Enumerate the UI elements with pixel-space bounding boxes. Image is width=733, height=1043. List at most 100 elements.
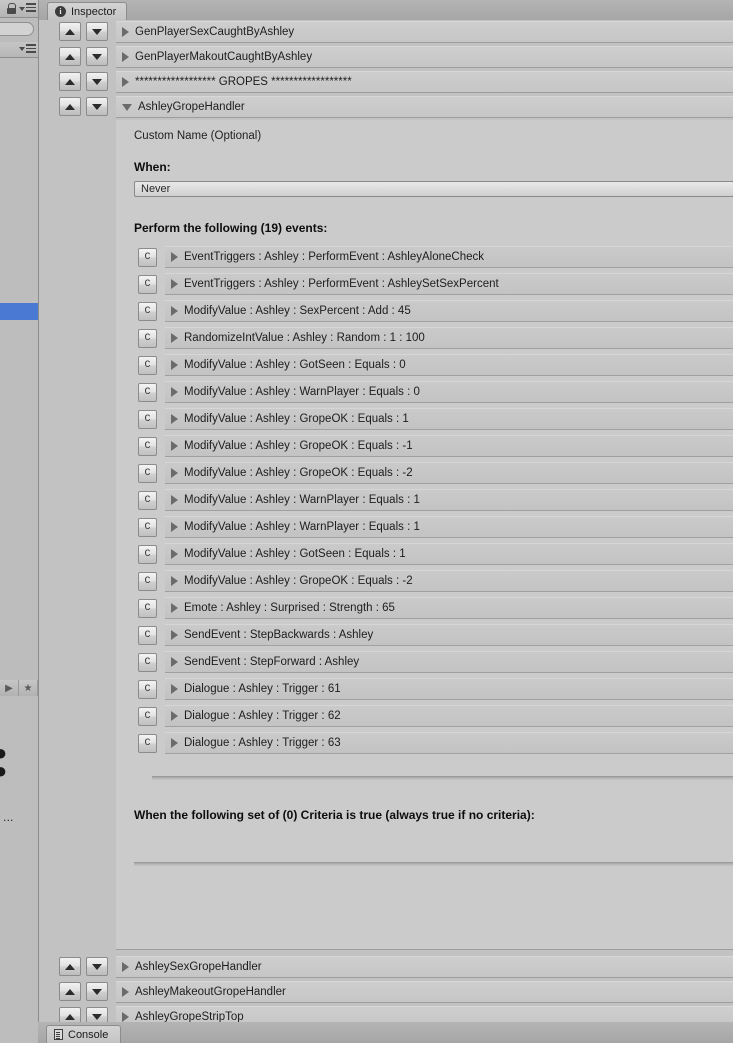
search-input[interactable]: [0, 22, 34, 36]
foldout-arrow-icon[interactable]: [122, 77, 129, 87]
event-row[interactable]: C ModifyValue : Ashley : WarnPlayer : Equ…: [134, 515, 733, 542]
component-row[interactable]: AshleySexGropeHandler: [39, 955, 733, 980]
move-up-button[interactable]: [59, 72, 81, 91]
move-down-button[interactable]: [86, 47, 108, 66]
copy-event-button[interactable]: C: [138, 410, 157, 429]
tab-console[interactable]: Console: [46, 1025, 122, 1043]
foldout-arrow-icon[interactable]: [122, 962, 129, 972]
foldout-arrow-icon[interactable]: [171, 279, 178, 289]
foldout-arrow-icon[interactable]: [122, 52, 129, 62]
foldout-arrow-icon[interactable]: [171, 630, 178, 640]
foldout-arrow-icon[interactable]: [171, 468, 178, 478]
component-row[interactable]: GenPlayerSexCaughtByAshley: [39, 20, 733, 45]
event-bar[interactable]: RandomizeIntValue : Ashley : Random : 1 …: [165, 327, 733, 349]
component-header[interactable]: GenPlayerSexCaughtByAshley: [116, 21, 733, 43]
event-bar[interactable]: ModifyValue : Ashley : SexPercent : Add …: [165, 300, 733, 322]
copy-event-button[interactable]: C: [138, 707, 157, 726]
component-row[interactable]: ****************** GROPES **************…: [39, 70, 733, 95]
copy-event-button[interactable]: C: [138, 383, 157, 402]
copy-event-button[interactable]: C: [138, 653, 157, 672]
copy-event-button[interactable]: C: [138, 356, 157, 375]
event-row[interactable]: C SendEvent : StepBackwards : Ashley: [134, 623, 733, 650]
foldout-arrow-open-icon[interactable]: [122, 103, 132, 111]
event-bar[interactable]: ModifyValue : Ashley : GropeOK : Equals …: [165, 435, 733, 457]
event-bar[interactable]: ModifyValue : Ashley : GropeOK : Equals …: [165, 408, 733, 430]
foldout-arrow-icon[interactable]: [171, 603, 178, 613]
event-bar[interactable]: ModifyValue : Ashley : WarnPlayer : Equa…: [165, 516, 733, 538]
foldout-arrow-icon[interactable]: [171, 549, 178, 559]
component-header[interactable]: AshleySexGropeHandler: [116, 956, 733, 978]
move-up-button[interactable]: [59, 22, 81, 41]
event-row[interactable]: C Dialogue : Ashley : Trigger : 63: [134, 731, 733, 758]
event-row[interactable]: C ModifyValue : Ashley : WarnPlayer : Equ…: [134, 380, 733, 407]
star-icon[interactable]: ★: [19, 680, 38, 697]
event-bar[interactable]: Dialogue : Ashley : Trigger : 63: [165, 732, 733, 754]
component-row[interactable]: AshleyGropeStripTop: [39, 1005, 733, 1022]
move-down-button[interactable]: [86, 72, 108, 91]
event-bar[interactable]: EventTriggers : Ashley : PerformEvent : …: [165, 273, 733, 295]
move-down-button[interactable]: [86, 957, 108, 976]
event-bar[interactable]: SendEvent : StepBackwards : Ashley: [165, 624, 733, 646]
component-header-active[interactable]: AshleyGropeHandler: [116, 96, 733, 118]
event-row[interactable]: C Emote : Ashley : Surprised : Strength :…: [134, 596, 733, 623]
foldout-arrow-icon[interactable]: [122, 1012, 129, 1022]
foldout-arrow-icon[interactable]: [171, 441, 178, 451]
component-header[interactable]: AshleyMakeoutGropeHandler: [116, 981, 733, 1003]
event-row[interactable]: C ModifyValue : Ashley : GotSeen : Equals…: [134, 353, 733, 380]
hamburger-menu-icon-2[interactable]: [19, 44, 36, 55]
component-row-active[interactable]: AshleyGropeHandler: [39, 95, 733, 120]
move-up-button[interactable]: [59, 957, 81, 976]
foldout-arrow-icon[interactable]: [171, 360, 178, 370]
project-list[interactable]: ● ● - …: [0, 696, 38, 1043]
copy-event-button[interactable]: C: [138, 734, 157, 753]
copy-event-button[interactable]: C: [138, 626, 157, 645]
move-up-button[interactable]: [59, 982, 81, 1001]
event-bar[interactable]: SendEvent : StepForward : Ashley: [165, 651, 733, 673]
copy-event-button[interactable]: C: [138, 518, 157, 537]
event-row[interactable]: C ModifyValue : Ashley : GropeOK : Equals…: [134, 569, 733, 596]
event-row[interactable]: C Dialogue : Ashley : Trigger : 62: [134, 704, 733, 731]
move-down-button[interactable]: [86, 982, 108, 1001]
copy-event-button[interactable]: C: [138, 275, 157, 294]
copy-event-button[interactable]: C: [138, 329, 157, 348]
event-bar[interactable]: ModifyValue : Ashley : GropeOK : Equals …: [165, 570, 733, 592]
copy-event-button[interactable]: C: [138, 599, 157, 618]
component-row[interactable]: GenPlayerMakoutCaughtByAshley: [39, 45, 733, 70]
event-bar[interactable]: ModifyValue : Ashley : WarnPlayer : Equa…: [165, 489, 733, 511]
move-down-button[interactable]: [86, 22, 108, 41]
foldout-arrow-icon[interactable]: [171, 738, 178, 748]
copy-event-button[interactable]: C: [138, 572, 157, 591]
back-arrow-icon[interactable]: ▶: [0, 680, 19, 697]
copy-event-button[interactable]: C: [138, 491, 157, 510]
foldout-arrow-icon[interactable]: [171, 684, 178, 694]
event-bar[interactable]: Dialogue : Ashley : Trigger : 62: [165, 705, 733, 727]
event-row[interactable]: C EventTriggers : Ashley : PerformEvent :…: [134, 272, 733, 299]
event-row[interactable]: C ModifyValue : Ashley : GropeOK : Equals…: [134, 461, 733, 488]
event-row[interactable]: C ModifyValue : Ashley : GropeOK : Equals…: [134, 434, 733, 461]
foldout-arrow-icon[interactable]: [171, 306, 178, 316]
event-bar[interactable]: Emote : Ashley : Surprised : Strength : …: [165, 597, 733, 619]
component-header-separator[interactable]: ****************** GROPES **************…: [116, 71, 733, 93]
hierarchy-list[interactable]: [0, 58, 38, 662]
component-header[interactable]: AshleyGropeStripTop: [116, 1006, 733, 1022]
event-row[interactable]: C RandomizeIntValue : Ashley : Random : 1…: [134, 326, 733, 353]
move-up-button[interactable]: [59, 47, 81, 66]
component-header[interactable]: GenPlayerMakoutCaughtByAshley: [116, 46, 733, 68]
event-bar[interactable]: ModifyValue : Ashley : WarnPlayer : Equa…: [165, 381, 733, 403]
foldout-arrow-icon[interactable]: [122, 27, 129, 37]
foldout-arrow-icon[interactable]: [122, 987, 129, 997]
foldout-arrow-icon[interactable]: [171, 522, 178, 532]
event-row[interactable]: C SendEvent : StepForward : Ashley: [134, 650, 733, 677]
component-row[interactable]: AshleyMakeoutGropeHandler: [39, 980, 733, 1005]
event-row[interactable]: C ModifyValue : Ashley : SexPercent : Add…: [134, 299, 733, 326]
foldout-arrow-icon[interactable]: [171, 576, 178, 586]
event-row[interactable]: C EventTriggers : Ashley : PerformEvent :…: [134, 245, 733, 272]
copy-event-button[interactable]: C: [138, 464, 157, 483]
copy-event-button[interactable]: C: [138, 545, 157, 564]
foldout-arrow-icon[interactable]: [171, 711, 178, 721]
when-dropdown[interactable]: Never: [134, 181, 733, 197]
event-row[interactable]: C Dialogue : Ashley : Trigger : 61: [134, 677, 733, 704]
foldout-arrow-icon[interactable]: [171, 657, 178, 667]
move-up-button[interactable]: [59, 1007, 81, 1022]
event-bar[interactable]: Dialogue : Ashley : Trigger : 61: [165, 678, 733, 700]
